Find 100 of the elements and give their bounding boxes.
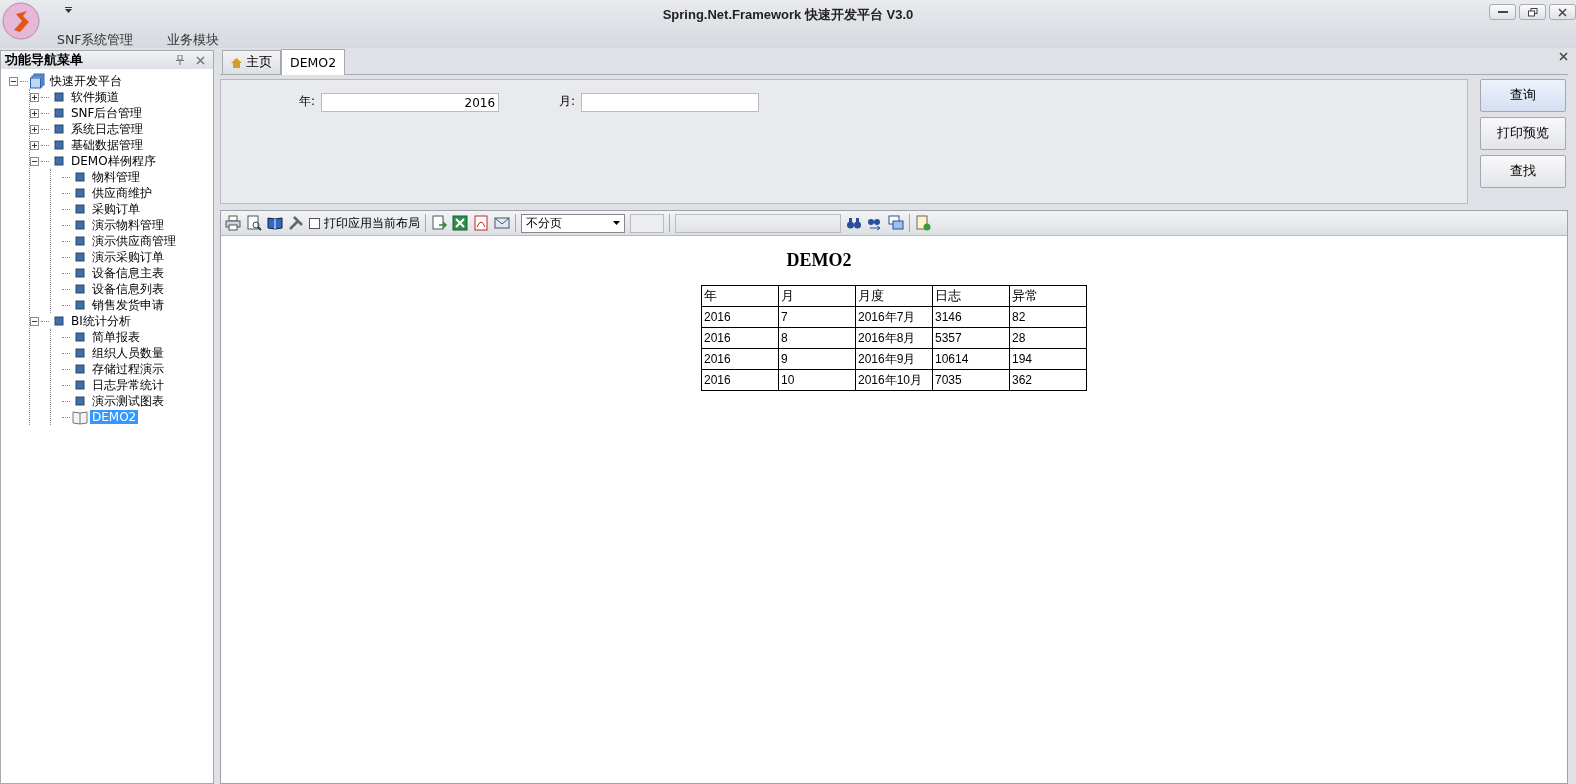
square-node-icon[interactable] [72,297,88,313]
tree-item[interactable]: 组织人员数量 [90,344,166,362]
square-node-icon[interactable] [72,265,88,281]
tree-item[interactable]: 存储过程演示 [90,360,166,378]
minimize-button[interactable] [1489,4,1516,20]
binoculars-icon[interactable] [846,215,862,231]
table-cell: 82 [1009,306,1087,328]
table-cell: 194 [1009,348,1087,370]
square-node-icon[interactable] [51,121,67,137]
tree-item[interactable]: 供应商维护 [90,184,154,202]
expand-toggle[interactable] [9,76,18,86]
square-node-icon[interactable] [72,217,88,233]
tree-item[interactable]: 演示测试图表 [90,392,166,410]
tab[interactable]: 主页 [222,50,281,74]
search-field[interactable] [675,213,841,233]
square-node-icon[interactable] [51,89,67,105]
tree-item[interactable]: 演示物料管理 [90,216,166,234]
tools-icon[interactable] [288,215,304,231]
square-node-icon[interactable] [72,233,88,249]
menu-item[interactable]: 业务模块 [166,30,221,51]
pin-icon[interactable] [176,55,184,65]
column-header: 年 [701,285,779,307]
square-node-icon[interactable] [72,169,88,185]
expand-toggle[interactable] [30,108,39,118]
square-node-icon[interactable] [72,393,88,409]
input-field[interactable]: 2016 [321,93,500,112]
table-cell: 362 [1009,369,1087,391]
table-cell: 2016 [701,348,779,370]
expand-toggle[interactable] [30,316,39,326]
column-header: 日志 [932,285,1010,307]
table-cell: 10 [778,369,856,391]
envelope-icon[interactable] [494,215,510,231]
tree-item[interactable]: 设备信息列表 [90,280,166,298]
tree-item[interactable]: 销售发货申请 [90,296,166,314]
close-button[interactable] [1549,4,1576,20]
page-magnifier-icon[interactable] [246,215,262,231]
checkbox-label[interactable]: 打印应用当前布局 [324,214,420,232]
pdf-document-icon[interactable] [473,215,489,231]
square-node-icon[interactable] [72,249,88,265]
square-node-icon[interactable] [51,153,67,169]
table-cell: 5357 [932,327,1010,349]
input-field[interactable] [581,93,760,112]
square-node-icon[interactable] [72,201,88,217]
table-cell: 28 [1009,327,1087,349]
square-node-icon[interactable] [51,313,67,329]
tree-item[interactable]: 基础数据管理 [69,136,145,154]
square-node-icon[interactable] [72,361,88,377]
panel-title: 功能导航菜单 [5,51,84,69]
table-cell: 2016年9月 [855,348,933,370]
tree-item[interactable]: 物料管理 [90,168,142,186]
square-node-icon[interactable] [51,137,67,153]
open-book-icon[interactable] [267,215,283,231]
printer-icon[interactable] [225,215,241,231]
square-node-icon[interactable] [72,345,88,361]
tree-item[interactable]: 演示供应商管理 [90,232,178,250]
close-icon[interactable] [196,55,205,65]
tree-item[interactable]: 软件频道 [69,88,121,106]
windows-icon[interactable] [888,215,904,231]
close-icon[interactable] [1559,52,1568,61]
tree-item[interactable]: 演示采购订单 [90,248,166,266]
tree-item[interactable]: 设备信息主表 [90,264,166,282]
tree-item[interactable]: 系统日志管理 [69,120,145,138]
action-button[interactable]: 查找 [1480,155,1566,188]
checkbox[interactable] [309,217,320,229]
tree-item[interactable]: SNF后台管理 [69,104,145,122]
table-cell: 2016年8月 [855,327,933,349]
square-node-icon[interactable] [72,185,88,201]
column-header: 月度 [855,285,933,307]
square-node-icon[interactable] [72,329,88,345]
page-mode-dropdown[interactable]: 不分页 [521,213,625,233]
square-node-icon[interactable] [51,105,67,121]
home-icon [231,57,242,68]
page-add-icon[interactable] [915,215,931,231]
expand-toggle[interactable] [30,124,39,134]
expand-toggle[interactable] [30,92,39,102]
square-node-icon[interactable] [72,377,88,393]
tab[interactable]: DEMO2 [281,49,346,75]
action-button[interactable]: 查询 [1480,79,1566,112]
tree-item[interactable]: BI统计分析 [69,312,133,330]
square-node-icon[interactable] [72,281,88,297]
expand-toggle[interactable] [30,156,39,166]
column-header: 月 [778,285,856,307]
table-cell: 2016 [701,327,779,349]
dropdown-arrow-icon[interactable] [64,6,73,14]
spreadsheet-icon[interactable] [452,215,468,231]
action-button[interactable]: 打印预览 [1480,117,1566,150]
page-number-field[interactable] [630,213,664,233]
tree-item[interactable]: DEMO样例程序 [69,152,158,170]
table-cell: 7 [778,306,856,328]
app-logo[interactable] [2,2,40,40]
tree-item[interactable]: 快速开发平台 [48,72,124,90]
tree-item[interactable]: 简单报表 [90,328,142,346]
field-label: 年: [299,93,316,110]
document-stack-icon[interactable] [30,73,46,89]
tree-item[interactable]: 日志异常统计 [90,376,166,394]
restore-button[interactable] [1519,4,1546,20]
menu-item[interactable]: SNF系统管理 [56,30,135,51]
close-icon [1558,7,1567,17]
expand-toggle[interactable] [30,140,39,150]
tree-item[interactable]: 采购订单 [90,200,142,218]
